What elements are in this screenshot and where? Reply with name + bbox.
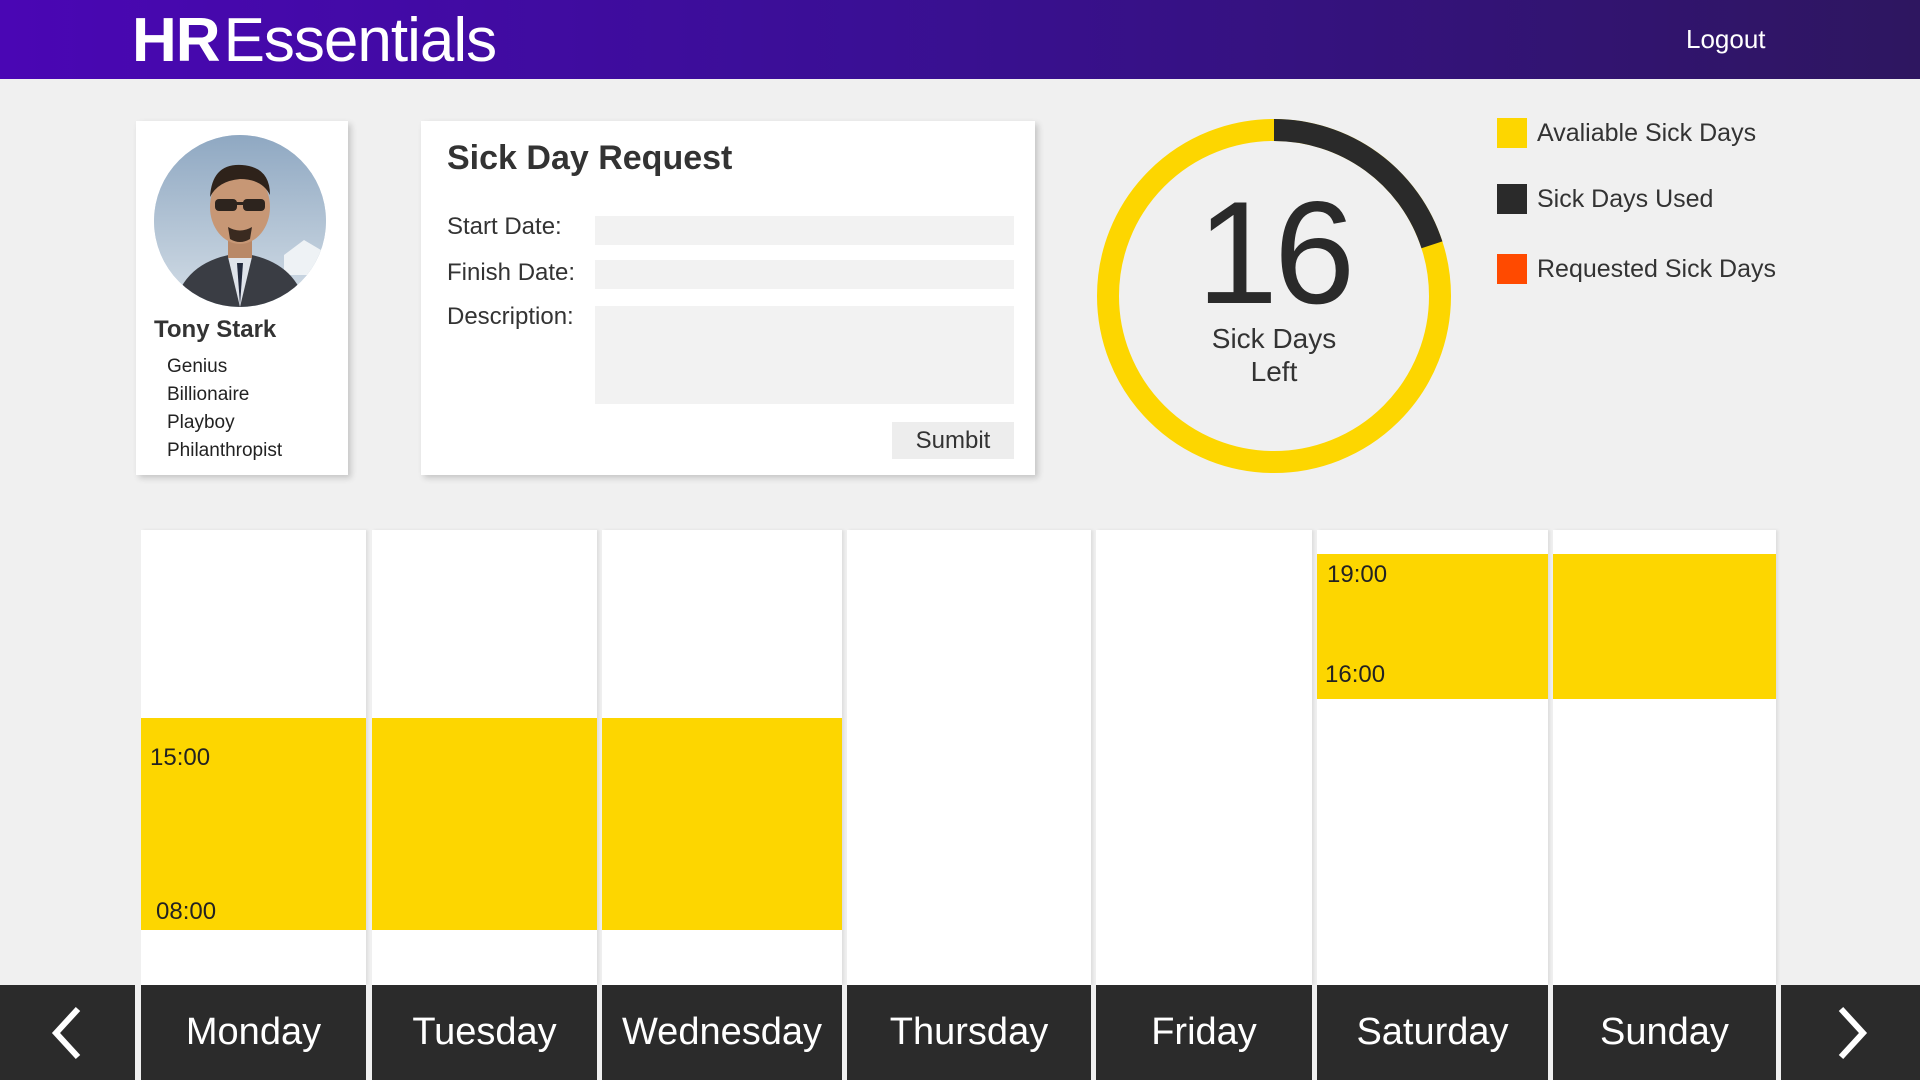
day-tab-friday[interactable]: Friday: [1096, 985, 1312, 1080]
day-column-monday[interactable]: 15:00 08:00: [141, 530, 366, 985]
app-header: HREssentials Logout: [0, 0, 1920, 79]
profile-card: Tony Stark Genius Billionaire Playboy Ph…: [136, 121, 348, 475]
logout-link[interactable]: Logout: [1686, 22, 1766, 56]
chevron-right-icon: [1838, 1006, 1867, 1059]
day-tab-sunday[interactable]: Sunday: [1553, 985, 1776, 1080]
week-calendar: 15:00 08:00 19:00 16:00: [141, 530, 1776, 985]
sick-day-block[interactable]: [372, 718, 597, 930]
day-column-tuesday[interactable]: [372, 530, 597, 985]
sick-day-block[interactable]: 19:00 16:00: [1317, 554, 1548, 699]
sick-days-left-caption: Sick Days Left: [1174, 322, 1374, 388]
profile-tag: Philanthropist: [167, 440, 283, 461]
block-start-time: 19:00: [1327, 561, 1388, 588]
block-end-time: 16:00: [1325, 661, 1386, 688]
legend-swatch: [1497, 254, 1527, 284]
legend-label: Requested Sick Days: [1537, 255, 1777, 283]
avatar: [154, 135, 326, 307]
start-date-input[interactable]: [595, 216, 1014, 245]
day-tab-thursday[interactable]: Thursday: [847, 985, 1091, 1080]
day-tab-monday[interactable]: Monday: [141, 985, 366, 1080]
profile-tag: Billionaire: [167, 384, 250, 405]
sick-day-block[interactable]: [602, 718, 842, 930]
profile-tag: Genius: [167, 356, 228, 377]
sick-day-block[interactable]: 15:00 08:00: [141, 718, 366, 930]
description-label: Description:: [447, 303, 574, 330]
finish-date-label: Finish Date:: [447, 259, 576, 286]
sick-days-left-value: 16: [1196, 171, 1355, 334]
previous-week-button[interactable]: [0, 985, 135, 1080]
caption-line-1: Sick Days: [1211, 323, 1337, 354]
day-column-sunday[interactable]: [1553, 530, 1776, 985]
block-start-time: 15:00: [150, 744, 211, 771]
next-week-button[interactable]: [1781, 985, 1920, 1080]
day-column-saturday[interactable]: 19:00 16:00: [1317, 530, 1548, 985]
finish-date-input[interactable]: [595, 260, 1014, 289]
block-end-time: 08:00: [156, 898, 217, 925]
profile-tag: Playboy: [167, 412, 235, 433]
day-column-thursday[interactable]: [847, 530, 1091, 985]
caption-line-2: Left: [1250, 356, 1298, 387]
legend-swatch: [1497, 184, 1527, 214]
day-tab-saturday[interactable]: Saturday: [1317, 985, 1548, 1080]
logo-bold-text: HR: [132, 6, 221, 75]
day-column-friday[interactable]: [1096, 530, 1312, 985]
sick-day-request-form: Sick Day Request Start Date: Finish Date…: [421, 121, 1035, 475]
sick-days-ring: 16 Sick Days Left: [1082, 104, 1466, 488]
legend-label: Sick Days Used: [1537, 185, 1714, 213]
day-tab-tuesday[interactable]: Tuesday: [372, 985, 597, 1080]
form-title: Sick Day Request: [447, 139, 733, 177]
logo-text: Essentials: [223, 6, 498, 75]
start-date-label: Start Date:: [447, 213, 562, 240]
sick-day-block[interactable]: [1553, 554, 1776, 699]
app-logo: HREssentials: [132, 6, 498, 76]
profile-name: Tony Stark: [154, 316, 277, 343]
legend-label: Avaliable Sick Days: [1537, 119, 1757, 147]
legend-swatch: [1497, 118, 1527, 148]
chevron-left-icon: [51, 1006, 80, 1059]
day-navigation-bar: Monday Tuesday Wednesday Thursday Friday…: [0, 985, 1920, 1080]
profile-tags: Genius Billionaire Playboy Philanthropis…: [167, 353, 282, 465]
day-column-wednesday[interactable]: [602, 530, 842, 985]
day-tab-wednesday[interactable]: Wednesday: [602, 985, 842, 1080]
submit-button[interactable]: Sumbit: [892, 422, 1014, 459]
description-textarea[interactable]: [595, 306, 1014, 404]
